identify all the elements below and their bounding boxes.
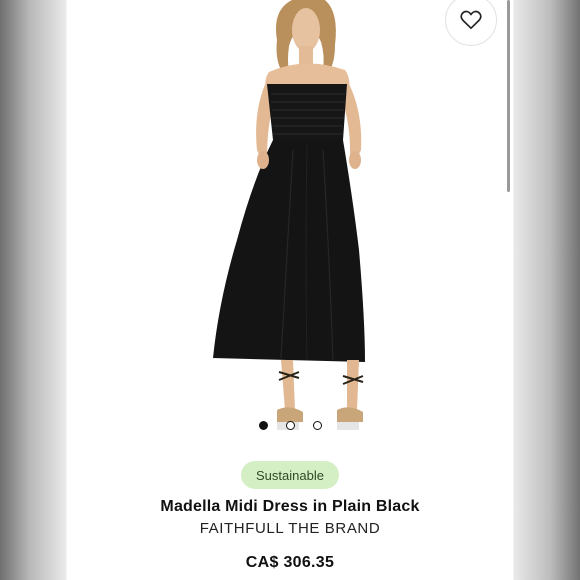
carousel-dot-3[interactable] [312,421,322,430]
product-page: Sustainable Madella Midi Dress in Plain … [67,0,513,580]
scrollbar[interactable] [507,0,510,192]
carousel-dots [67,421,513,430]
heart-icon [460,10,482,29]
carousel-dot-2[interactable] [285,421,295,430]
carousel-dot-1[interactable] [258,421,268,430]
sustainable-badge: Sustainable [241,461,339,489]
product-photo[interactable] [67,0,513,440]
product-title: Madella Midi Dress in Plain Black [160,498,420,515]
brand-link[interactable]: FAITHFULL THE BRAND [67,520,513,537]
product-price: CA$ 306.35 [245,554,335,571]
